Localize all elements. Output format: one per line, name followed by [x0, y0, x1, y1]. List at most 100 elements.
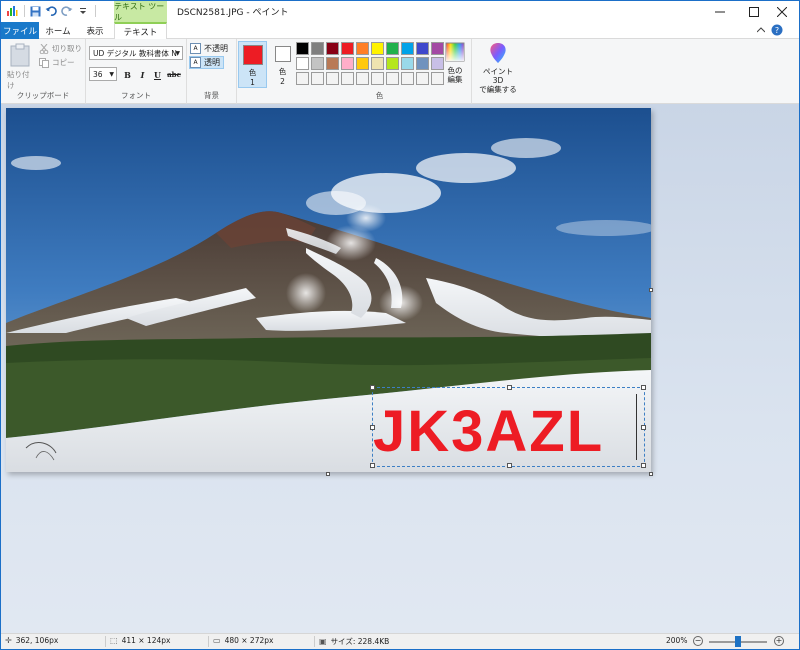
tab-text[interactable]: テキスト	[114, 22, 167, 40]
palette-swatch[interactable]	[356, 42, 369, 55]
strikethrough-button[interactable]: abc	[166, 68, 182, 81]
paint-window: テキスト ツール DSCN2581.JPG - ペイント ファイル ホーム 表示…	[0, 0, 800, 650]
paint-app-icon[interactable]	[5, 4, 19, 18]
status-divider	[105, 636, 106, 647]
ribbon: 貼り付け 切り取り コピー クリップボード UD デジタル 教科書体 N ▼ 3…	[1, 39, 799, 104]
underline-button[interactable]: U	[151, 68, 164, 81]
copy-button[interactable]: コピー	[39, 57, 75, 68]
color1-number: 1	[250, 78, 255, 87]
svg-text:?: ?	[775, 26, 779, 35]
palette-swatch[interactable]	[416, 42, 429, 55]
scissors-icon	[39, 43, 49, 54]
palette-swatch[interactable]	[431, 42, 444, 55]
minimize-button[interactable]	[703, 1, 737, 22]
font-size-select[interactable]: 36 ▼	[89, 67, 117, 81]
palette-swatch[interactable]	[371, 57, 384, 70]
palette-swatch[interactable]	[416, 57, 429, 70]
text-input-box[interactable]: JK3AZL	[370, 385, 646, 468]
palette-swatch[interactable]	[326, 57, 339, 70]
canvas-workspace[interactable]: JK3AZL	[1, 104, 799, 633]
paint3d-button[interactable]: ペイント 3D で編集する	[477, 42, 519, 94]
palette-swatch[interactable]	[356, 72, 369, 85]
help-icon[interactable]: ?	[771, 24, 783, 39]
palette-swatch[interactable]	[341, 42, 354, 55]
redo-icon[interactable]	[60, 4, 74, 18]
zoom-in-button[interactable]: +	[774, 636, 784, 646]
textbox-handle-sw[interactable]	[370, 463, 375, 468]
palette-swatch[interactable]	[311, 72, 324, 85]
canvas-resize-handle-bottom[interactable]	[326, 472, 330, 476]
bold-button[interactable]: B	[121, 68, 134, 81]
textbox-handle-s[interactable]	[507, 463, 512, 468]
palette-swatch[interactable]	[326, 42, 339, 55]
undo-icon[interactable]	[44, 4, 58, 18]
collapse-ribbon-icon[interactable]	[756, 26, 766, 36]
palette-swatch[interactable]	[431, 57, 444, 70]
textbox-handle-e[interactable]	[641, 425, 646, 430]
edit-colors-label-1: 色の	[447, 66, 463, 75]
color1-button[interactable]: 色 1	[238, 41, 267, 88]
palette-swatch[interactable]	[296, 57, 309, 70]
window-title: DSCN2581.JPG - ペイント	[177, 8, 289, 18]
cut-button[interactable]: 切り取り	[39, 43, 82, 54]
palette-swatch[interactable]	[401, 72, 414, 85]
palette-swatch[interactable]	[341, 57, 354, 70]
palette-swatch[interactable]	[401, 42, 414, 55]
palette-swatch[interactable]	[326, 72, 339, 85]
color2-button[interactable]: 色 2	[268, 41, 297, 88]
palette-swatch[interactable]	[386, 57, 399, 70]
tab-view[interactable]: 表示	[77, 22, 113, 39]
background-group: A 不透明 A 透明 背景	[187, 39, 237, 104]
customize-toolbar-icon[interactable]	[76, 4, 90, 18]
paint3d-icon	[490, 43, 506, 63]
close-button[interactable]	[765, 1, 799, 22]
zoom-level: 200%	[666, 636, 688, 645]
image-size-icon: ▭	[213, 636, 221, 645]
save-icon[interactable]	[28, 4, 42, 18]
palette-swatch[interactable]	[356, 57, 369, 70]
palette-swatch[interactable]	[311, 57, 324, 70]
paste-button[interactable]: 貼り付け	[7, 43, 33, 91]
palette-swatch[interactable]	[371, 42, 384, 55]
text-caret	[636, 394, 637, 460]
textbox-handle-n[interactable]	[507, 385, 512, 390]
disk-icon: ▣	[319, 637, 327, 646]
zoom-slider-thumb[interactable]	[735, 636, 741, 647]
palette-swatch[interactable]	[311, 42, 324, 55]
palette-swatch[interactable]	[371, 72, 384, 85]
color1-swatch	[242, 45, 263, 65]
textbox-handle-ne[interactable]	[641, 385, 646, 390]
italic-button[interactable]: I	[136, 68, 149, 81]
textbox-handle-se[interactable]	[641, 463, 646, 468]
color2-number: 2	[280, 77, 285, 86]
textbox-handle-nw[interactable]	[370, 385, 375, 390]
font-family-value: UD デジタル 教科書体 N	[93, 48, 177, 58]
selection-size: ⬚ 411 × 124px	[110, 636, 170, 645]
palette-swatch[interactable]	[386, 72, 399, 85]
palette-swatch[interactable]	[416, 72, 429, 85]
canvas-resize-handle-corner[interactable]	[649, 472, 653, 476]
paste-icon	[10, 43, 30, 67]
palette-swatch[interactable]	[401, 57, 414, 70]
palette-swatch[interactable]	[341, 72, 354, 85]
textbox-handle-w[interactable]	[370, 425, 375, 430]
file-size-value: サイズ: 228.4KB	[330, 637, 390, 646]
paste-label: 貼り付け	[7, 70, 30, 90]
tab-file[interactable]: ファイル	[1, 22, 39, 39]
palette-swatch[interactable]	[386, 42, 399, 55]
cut-label: 切り取り	[52, 44, 82, 53]
tab-home[interactable]: ホーム	[39, 22, 77, 39]
canvas-text[interactable]: JK3AZL	[373, 398, 644, 465]
palette-swatch[interactable]	[296, 72, 309, 85]
opaque-option[interactable]: A 不透明	[190, 42, 228, 55]
edit-colors-button[interactable]: 色の 編集	[445, 42, 465, 84]
zoom-out-button[interactable]: −	[693, 636, 703, 646]
canvas-resize-handle-right[interactable]	[649, 288, 653, 292]
palette-swatch[interactable]	[296, 42, 309, 55]
close-icon	[777, 6, 787, 17]
palette-swatch[interactable]	[431, 72, 444, 85]
color1-label: 色	[248, 68, 257, 77]
transparent-option[interactable]: A 透明	[189, 56, 224, 69]
font-group-label: フォント	[121, 91, 151, 100]
font-family-select[interactable]: UD デジタル 教科書体 N ▼	[89, 46, 183, 60]
